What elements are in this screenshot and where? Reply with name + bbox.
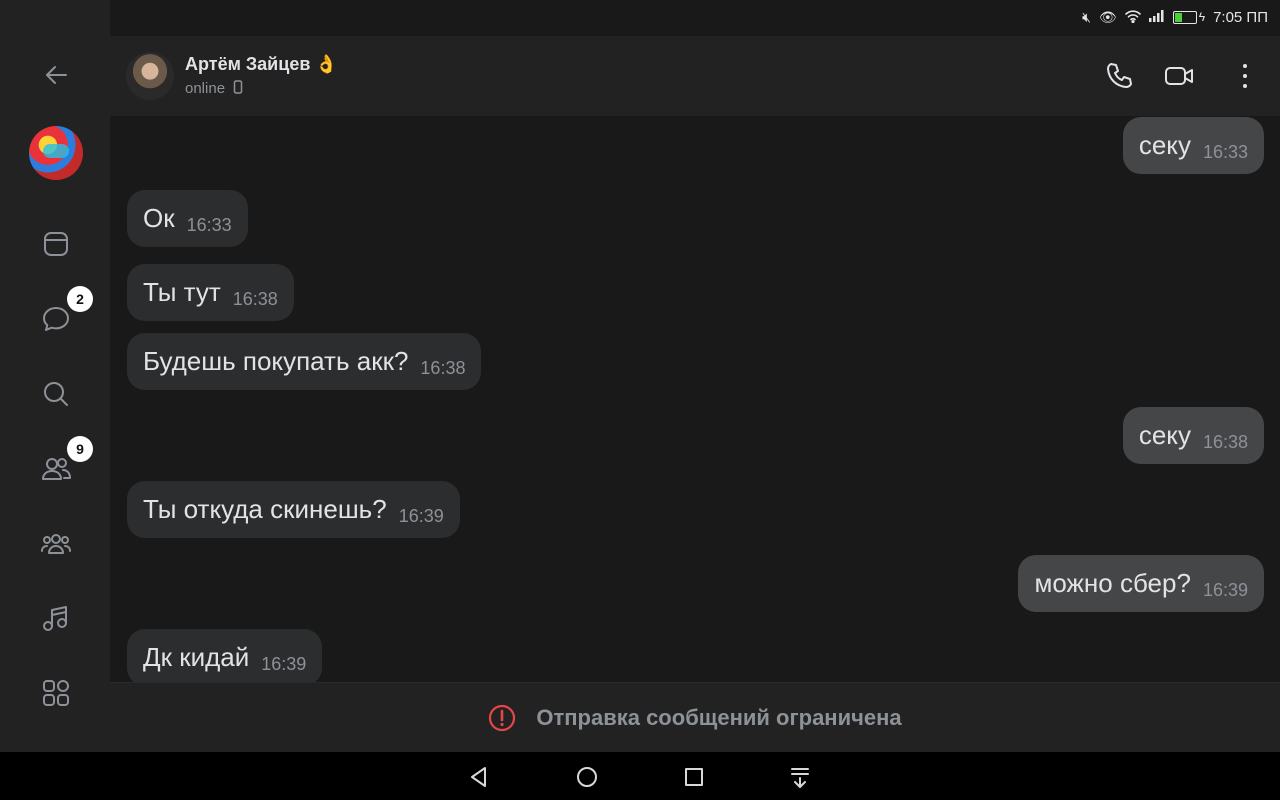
arrow-left-icon [46, 66, 67, 84]
call-button[interactable] [1099, 56, 1139, 96]
message-outgoing[interactable]: секу 16:38 [1122, 407, 1264, 464]
battery-icon: ϟ [1172, 10, 1205, 24]
composer-notice: Отправка сообщений ограничена [110, 682, 1280, 753]
mute-icon: 🔇︎ [1082, 8, 1091, 25]
notifications-down-icon [791, 768, 809, 788]
message-time: 16:39 [1202, 580, 1248, 600]
message-time: 16:38 [1202, 432, 1248, 452]
message-text: Ты откуда скинешь? [143, 494, 387, 524]
profile-avatar[interactable] [29, 126, 83, 180]
message-list[interactable]: секу 16:33 Ок 16:33 Ты тут 16:38 Будешь … [110, 116, 1280, 682]
message-incoming[interactable]: Ты откуда скинешь? 16:39 [127, 481, 460, 538]
mobile-icon [233, 80, 243, 94]
messages-badge: 2 [67, 286, 93, 312]
group-icon [41, 534, 71, 554]
system-back-button[interactable] [466, 764, 492, 790]
message-text: можно сбер? [1034, 568, 1191, 598]
system-navigation-bar [0, 752, 1280, 800]
search-icon [44, 382, 68, 406]
message-text: секу [1138, 420, 1191, 450]
message-outgoing[interactable]: секу 16:33 [1122, 117, 1264, 174]
message-outgoing[interactable]: можно сбер? 16:39 [1018, 555, 1264, 612]
back-button[interactable] [31, 50, 81, 100]
grid-icon [43, 680, 69, 706]
music-button[interactable] [31, 593, 81, 643]
message-incoming[interactable]: Ты тут 16:38 [127, 264, 294, 321]
warning-circle-icon [489, 704, 516, 732]
message-time: 16:39 [261, 654, 307, 674]
peer-status-text: online [185, 80, 226, 97]
video-call-button[interactable] [1159, 56, 1199, 96]
video-call-icon [1165, 67, 1193, 85]
message-text: Ок [143, 203, 175, 233]
navigation-rail: 2 9 [0, 0, 110, 752]
communities-button[interactable] [31, 518, 81, 568]
system-home-button[interactable] [574, 764, 600, 790]
message-incoming[interactable]: Дк кидай 16:39 [127, 629, 323, 682]
message-incoming[interactable]: Будешь покупать акк? 16:38 [127, 333, 482, 390]
message-text: секу [1138, 130, 1191, 160]
status-time: 7:05 ПП [1213, 8, 1268, 26]
more-vertical-icon [1243, 64, 1247, 88]
recents-square-icon [685, 768, 703, 786]
friends-icon [42, 458, 71, 480]
message-time: 16:33 [186, 215, 232, 235]
message-time: 16:39 [398, 506, 444, 526]
eye-icon: 👁︎ [1098, 8, 1117, 25]
message-time: 16:38 [420, 358, 466, 378]
window-icon [44, 232, 68, 256]
status-bar: 🔇︎ 👁︎ ϟ 7:05 ПП [1082, 7, 1268, 27]
message-incoming[interactable]: Ок 16:33 [127, 190, 248, 247]
restriction-text: Отправка сообщений ограничена [536, 705, 902, 730]
peer-name[interactable]: Артём Зайцев 👌 [185, 54, 338, 75]
signal-icon [1148, 9, 1165, 25]
message-time: 16:33 [1202, 142, 1248, 162]
friends-badge: 9 [67, 436, 93, 462]
peer-status: online [185, 80, 243, 97]
message-text: Будешь покупать акк? [143, 346, 409, 376]
message-time: 16:38 [232, 289, 278, 309]
music-note-icon [43, 606, 67, 631]
search-button[interactable] [31, 369, 81, 419]
more-button[interactable] [1225, 56, 1265, 96]
system-notifications-button[interactable] [787, 764, 813, 790]
chat-header: Артём Зайцев 👌 online [110, 36, 1280, 116]
chat-bubble-icon [43, 307, 69, 331]
services-button[interactable] [31, 668, 81, 718]
wifi-icon [1124, 9, 1141, 26]
home-circle-icon [577, 767, 597, 787]
message-text: Дк кидай [143, 642, 250, 672]
peer-avatar[interactable] [126, 52, 174, 100]
feed-button[interactable] [31, 219, 81, 269]
message-text: Ты тут [143, 277, 221, 307]
back-triangle-icon [471, 767, 486, 787]
phone-icon [1107, 63, 1132, 88]
system-recents-button[interactable] [681, 764, 707, 790]
